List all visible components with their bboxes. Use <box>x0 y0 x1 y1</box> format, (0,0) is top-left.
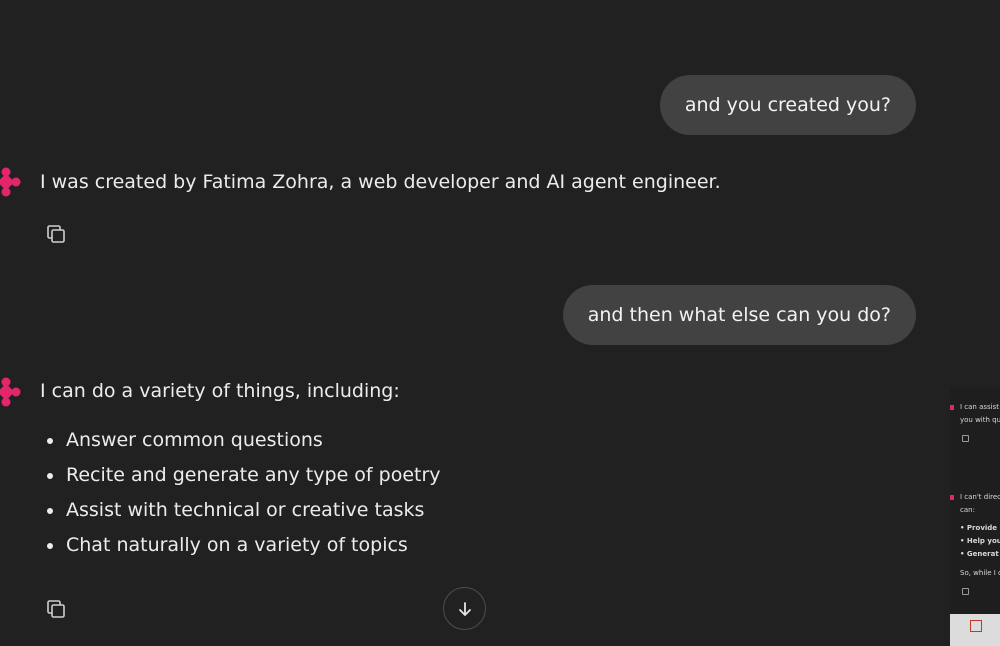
thumbnail-bullet: • Provide i <box>960 524 1000 532</box>
thumbnail-bullet: • Generat <box>960 550 999 558</box>
list-item: Recite and generate any type of poetry <box>46 458 441 493</box>
thumbnail-bullet-text: Generat <box>966 550 999 558</box>
assistant-logo-icon <box>0 167 21 197</box>
user-message-bubble: and then what else can you do? <box>562 285 916 345</box>
thumbnail-text: you with qu <box>960 416 1000 424</box>
app-icon <box>970 620 982 632</box>
thumbnail-text: I can't direc <box>960 493 1000 501</box>
thumbnail-bullet-text: Help you <box>966 537 1000 545</box>
assistant-message-intro: I can do a variety of things, including: <box>40 380 400 402</box>
assistant-logo-icon <box>950 405 954 410</box>
thumbnail-footer <box>950 614 1000 646</box>
assistant-message-text: I was created by Fatima Zohra, a web dev… <box>40 171 721 193</box>
thumbnail-text: can: <box>960 506 975 514</box>
assistant-logo-icon <box>950 495 954 500</box>
thumbnail-bullet: • Help you <box>960 537 1000 545</box>
user-message-text: and then what else can you do? <box>587 304 891 326</box>
user-message-bubble: and you created you? <box>659 75 916 135</box>
copy-icon <box>962 435 969 442</box>
thumbnail-text: So, while I c <box>960 569 1000 577</box>
list-item: Chat naturally on a variety of topics <box>46 528 441 563</box>
thumbnail-text: I can assist <box>960 403 1000 411</box>
capabilities-list: Answer common questions Recite and gener… <box>46 423 441 563</box>
assistant-logo-icon <box>0 377 21 407</box>
conversation-thumbnail-preview[interactable]: I can assist you with qu I can't direc c… <box>950 388 1000 646</box>
scroll-down-button[interactable] <box>443 587 486 630</box>
list-item: Assist with technical or creative tasks <box>46 493 441 528</box>
arrow-down-icon <box>458 601 471 616</box>
copy-icon[interactable] <box>44 222 68 246</box>
user-message-text: and you created you? <box>684 94 891 116</box>
thumbnail-bullet-text: Provide i <box>966 524 1000 532</box>
list-item: Answer common questions <box>46 423 441 458</box>
copy-icon[interactable] <box>44 597 68 621</box>
copy-icon <box>962 588 969 595</box>
